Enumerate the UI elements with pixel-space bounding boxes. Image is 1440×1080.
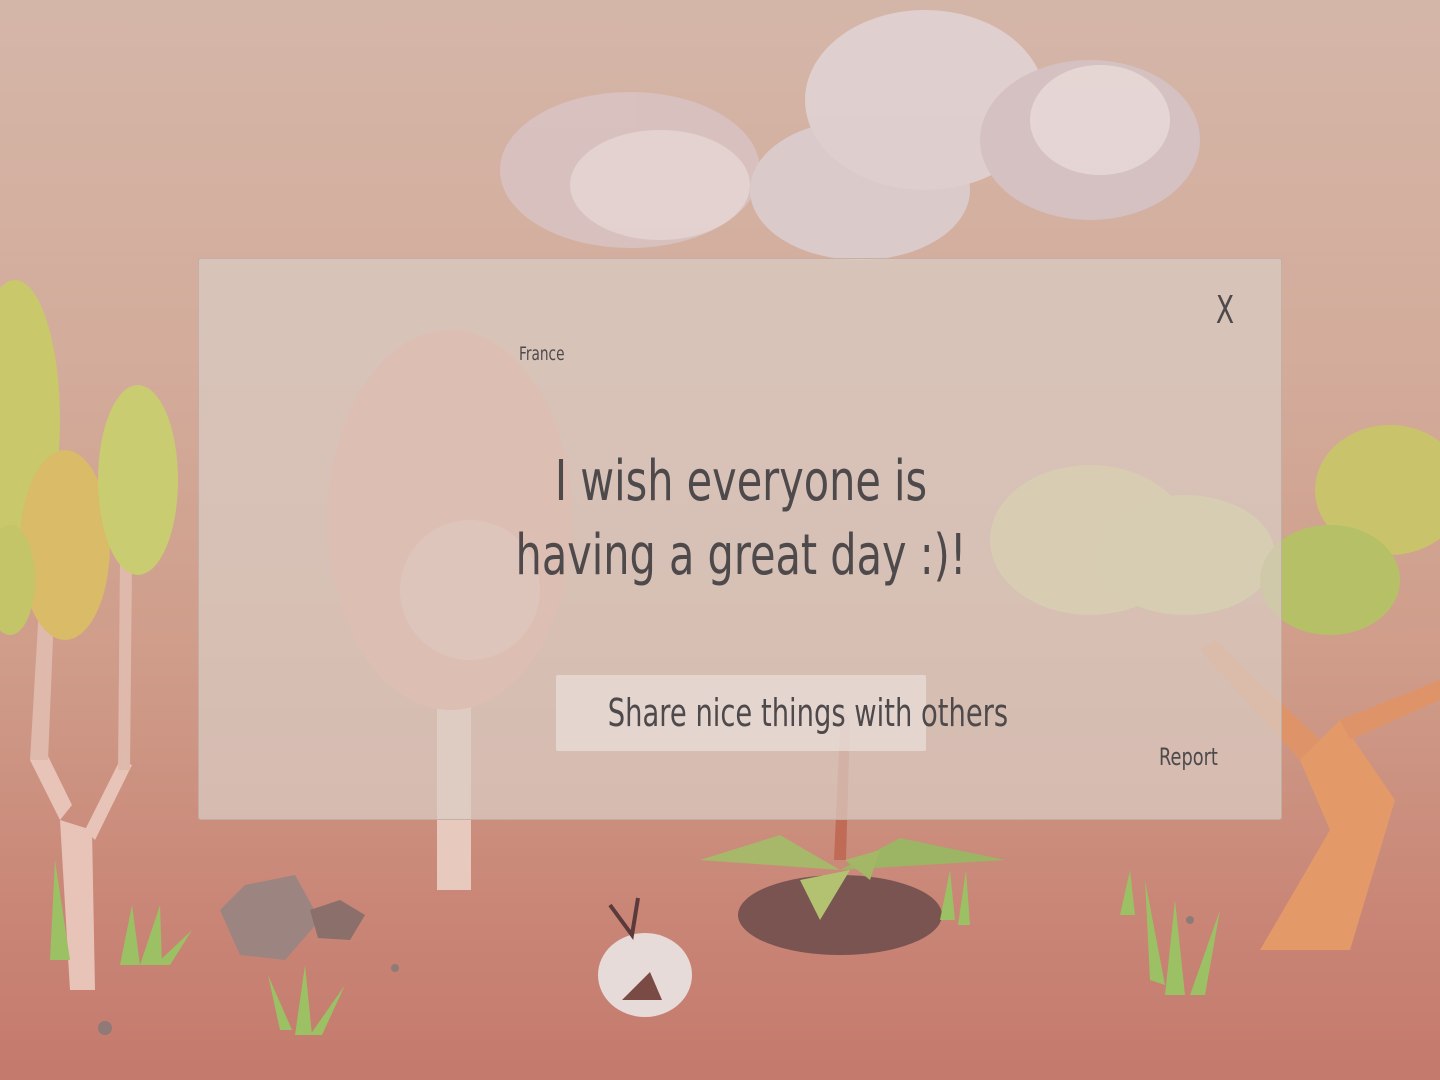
- tree-left: [0, 280, 178, 990]
- share-button-label: Share nice things with others: [607, 691, 1009, 735]
- share-button[interactable]: Share nice things with others: [556, 675, 1009, 751]
- report-link[interactable]: Report: [1159, 743, 1218, 771]
- message-text: I wish everyone is having a great day :)…: [515, 449, 967, 588]
- close-button[interactable]: X: [1211, 285, 1239, 335]
- cloud: [500, 10, 1200, 260]
- seed-creature: [598, 897, 692, 1017]
- message-origin-country: France: [519, 343, 565, 365]
- message-dialog: X France I wish everyone is having a gre…: [198, 258, 1282, 820]
